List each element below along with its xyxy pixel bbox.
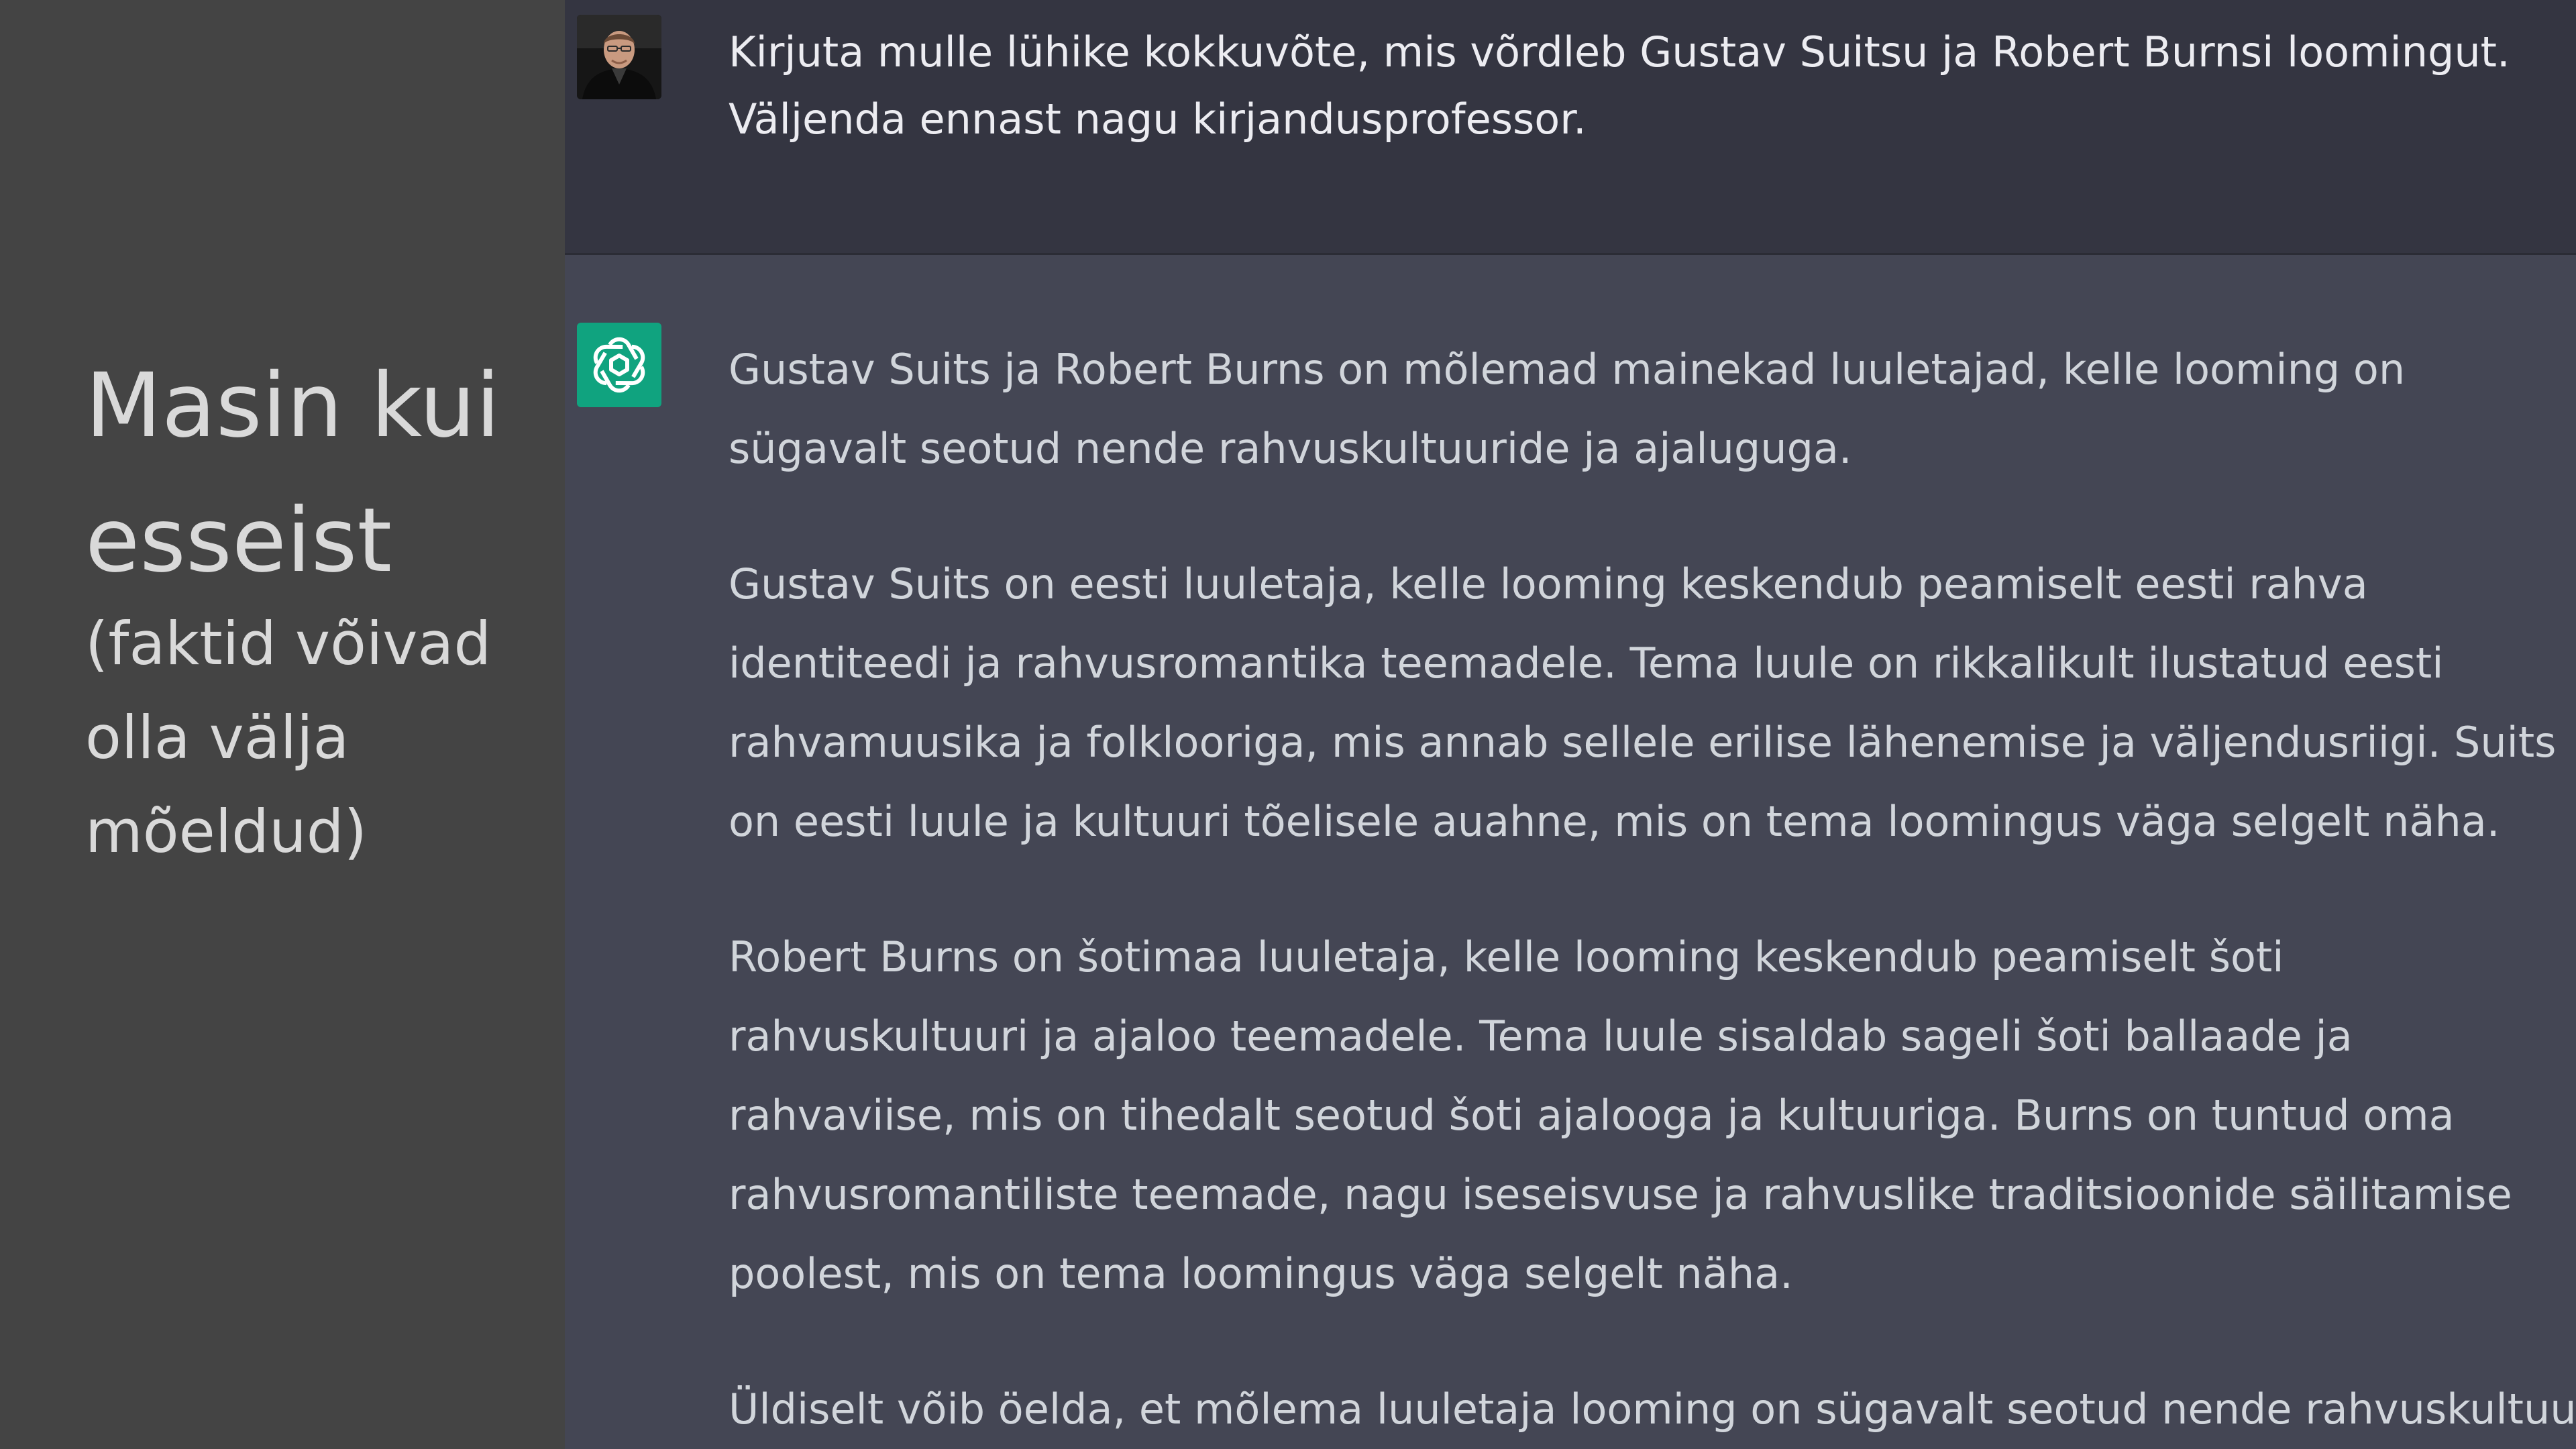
- user-avatar: [577, 15, 661, 99]
- presentation-slide: Masin kui esseist (faktid võivad olla vä…: [0, 0, 2576, 1449]
- assistant-message-row: Gustav Suits ja Robert Burns on mõlemad …: [565, 255, 2576, 1449]
- user-prompt-text: Kirjuta mulle lühike kokkuvõte, mis võrd…: [729, 28, 2510, 144]
- slide-subtitle: (faktid võivad olla välja mõeldud): [85, 609, 492, 866]
- user-avatar-icon: [577, 15, 661, 99]
- openai-logo-icon: [593, 337, 645, 393]
- chat-screenshot: Kirjuta mulle lühike kokkuvõte, mis võrd…: [565, 0, 2576, 1449]
- slide-left-panel: Masin kui esseist (faktid võivad olla vä…: [0, 0, 565, 1449]
- response-paragraph: Gustav Suits on eesti luuletaja, kelle l…: [729, 559, 2557, 846]
- response-paragraph: Üldiselt võib öelda, et mõlema luuletaja…: [729, 1385, 2576, 1434]
- response-paragraph: Robert Burns on šotimaa luuletaja, kelle…: [729, 932, 2512, 1298]
- assistant-avatar: [577, 323, 661, 407]
- user-message-row: Kirjuta mulle lühike kokkuvõte, mis võrd…: [565, 0, 2576, 255]
- assistant-response: Gustav Suits ja Robert Burns on mõlemad …: [729, 330, 2576, 1449]
- response-paragraph: Gustav Suits ja Robert Burns on mõlemad …: [729, 345, 2406, 473]
- slide-title: Masin kui esseist: [85, 354, 500, 592]
